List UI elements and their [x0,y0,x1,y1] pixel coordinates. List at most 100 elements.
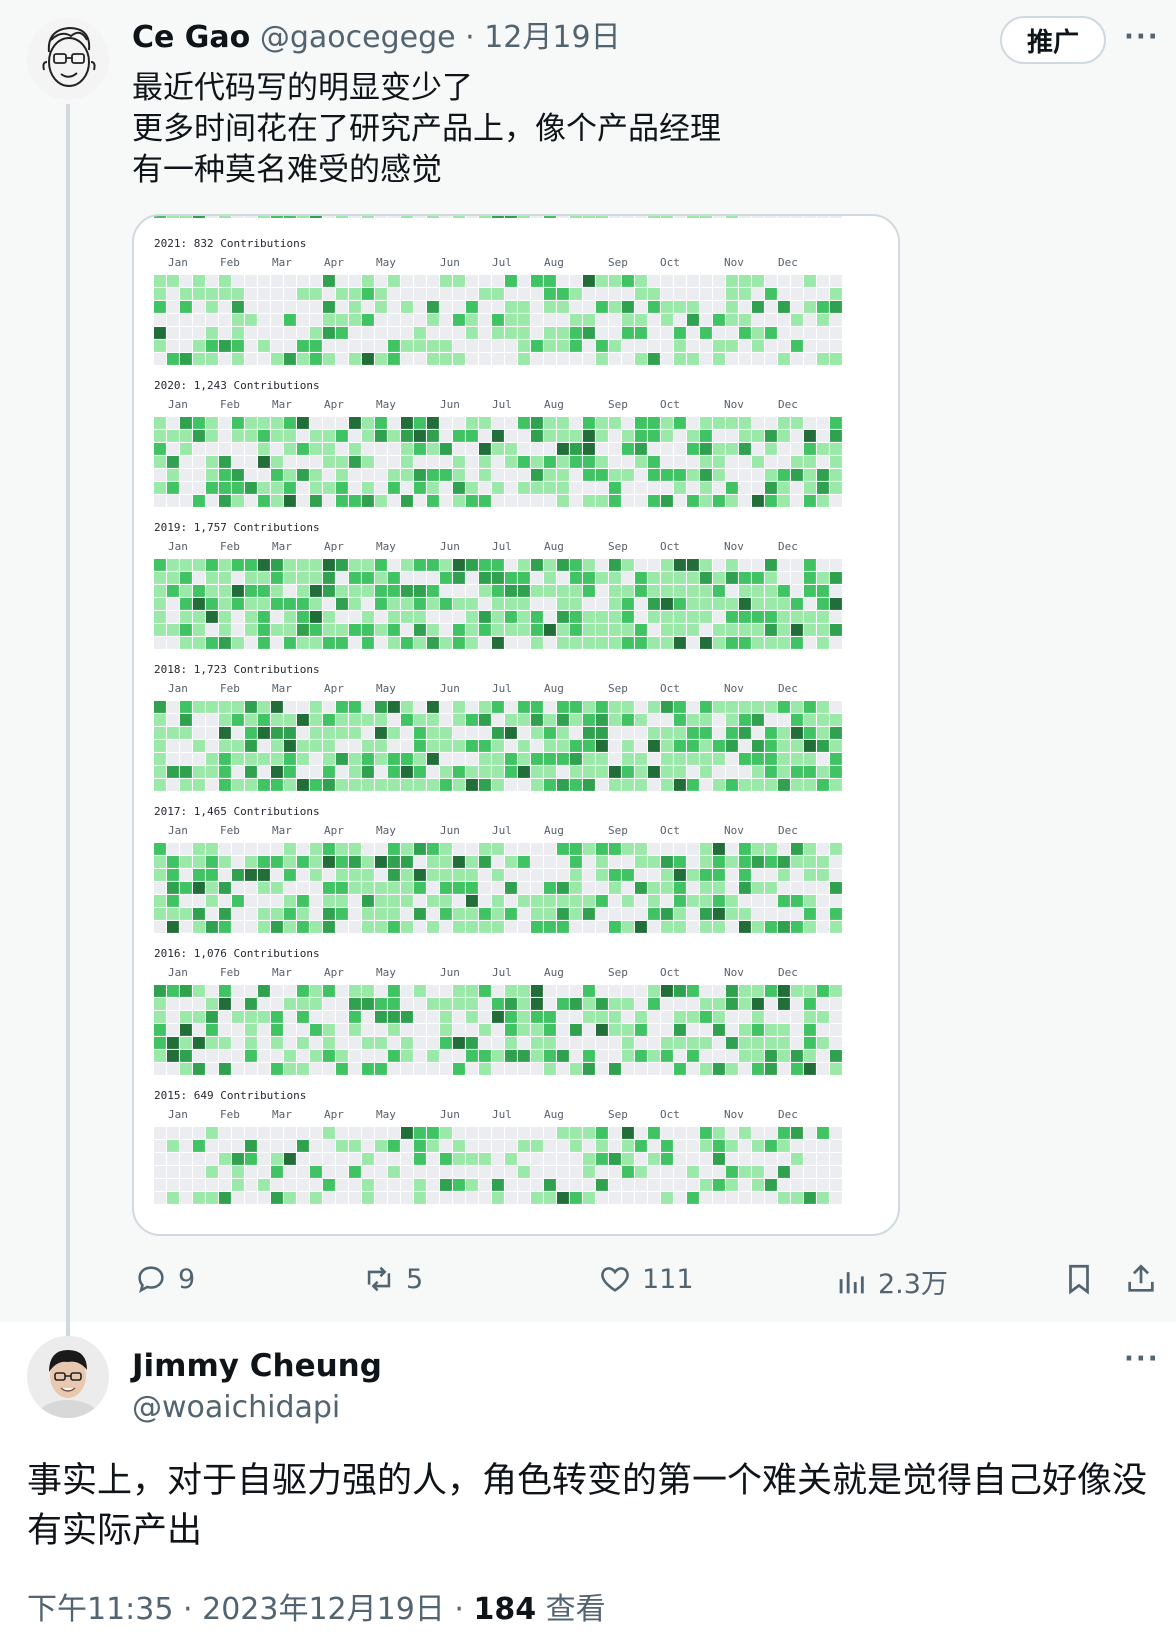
bookmark-button[interactable] [1062,1262,1106,1296]
contribution-cell [180,585,192,597]
contribution-cell [648,1192,660,1204]
contribution-cell [232,1063,244,1075]
avatar-jimmy-cheung[interactable] [27,1336,109,1418]
meta-separator: · [183,1592,193,1627]
contribution-cell [505,327,517,339]
contribution-cell [388,598,400,610]
share-button[interactable] [1124,1262,1168,1296]
contribution-cell [726,998,738,1010]
contribution-cell [297,921,309,933]
contribution-cell [284,882,296,894]
contribution-cell [193,985,205,997]
contribution-cell [466,753,478,765]
contribution-cell [349,740,361,752]
contribution-cell [427,882,439,894]
year-label: 2020: 1,243 Contributions [154,379,320,392]
contribution-cell [674,572,686,584]
contribution-cell [154,1140,166,1152]
avatar-ce-gao[interactable] [27,18,109,100]
contribution-cell [284,985,296,997]
contribution-cell [713,275,725,287]
contribution-cell [284,611,296,623]
contribution-cell [687,895,699,907]
contribution-cell [245,766,257,778]
contribution-cell [258,1179,270,1191]
contribution-cell [791,1179,803,1191]
contribution-cell [193,1153,205,1165]
contribution-cell [765,1166,777,1178]
contribution-graph-image[interactable]: 2021: 832 Contributions Jan Feb Mar Apr May Ju… [132,214,900,1236]
contribution-cell [700,456,712,468]
reply-author-handle[interactable]: @woaichidapi [132,1390,340,1425]
contribution-cell [219,1166,231,1178]
contribution-cell [479,353,491,365]
contribution-cell [258,585,270,597]
contribution-cell [687,753,699,765]
contribution-cell [271,572,283,584]
author-name[interactable]: Ce Gao [132,20,250,55]
reply-time[interactable]: 下午11:35 [27,1592,173,1627]
contribution-cell [219,216,231,218]
month-label: Dec [778,256,798,269]
contribution-cell [193,443,205,455]
contribution-cell [193,469,205,481]
contribution-cell [206,985,218,997]
contribution-cell [778,611,790,623]
author-handle[interactable]: @gaocegege [260,20,456,55]
contribution-cell [492,572,504,584]
contribution-cell [674,495,686,507]
contribution-cell [596,779,608,791]
views-button[interactable]: 2.3万 [834,1262,948,1301]
contribution-cell [505,1127,517,1139]
contribution-cell [661,856,673,868]
contribution-cell [635,1011,647,1023]
contribution-cell [557,288,569,300]
retweet-button[interactable]: 5 [362,1262,423,1296]
contribution-cell [375,327,387,339]
contribution-cell [297,301,309,313]
contribution-cell [479,482,491,494]
contribution-cell [323,1192,335,1204]
contribution-cell [830,998,842,1010]
contribution-cell [713,908,725,920]
contribution-cell [310,559,322,571]
bookmark-icon [1069,1264,1089,1295]
contribution-cell [635,611,647,623]
contribution-cell [232,1179,244,1191]
contribution-cell [388,1037,400,1049]
contribution-cell [674,585,686,597]
reply-button[interactable]: 9 [134,1262,195,1296]
tweet-date[interactable]: 12月19日 [484,20,620,55]
more-options-icon[interactable]: ··· [1124,1344,1160,1374]
contribution-cell [258,598,270,610]
reply-date[interactable]: 2023年12月19日 [202,1592,445,1627]
reply-author-name[interactable]: Jimmy Cheung [132,1348,382,1384]
contribution-cell [375,882,387,894]
contribution-cell [609,882,621,894]
contribution-cell [180,908,192,920]
contribution-cell [414,985,426,997]
like-button[interactable]: 111 [598,1262,694,1296]
contribution-cell [466,869,478,881]
contribution-cell [622,1179,634,1191]
contribution-cell [726,443,738,455]
more-options-icon[interactable]: ··· [1124,22,1160,52]
contribution-cell [635,1024,647,1036]
promote-button[interactable]: 推广 [1000,16,1106,64]
contribution-cell [817,495,829,507]
contribution-cell [622,895,634,907]
contribution-cell [167,1011,179,1023]
contribution-cell [648,856,660,868]
contribution-cell [466,985,478,997]
contribution-cell [167,301,179,313]
contribution-cell [557,482,569,494]
contribution-cell [427,340,439,352]
contribution-cell [765,1024,777,1036]
contribution-cell [609,637,621,649]
contribution-cell [180,1140,192,1152]
contribution-cell [505,753,517,765]
contribution-cell [622,301,634,313]
contribution-cell [375,340,387,352]
contribution-cell [596,417,608,429]
contribution-cell [375,895,387,907]
